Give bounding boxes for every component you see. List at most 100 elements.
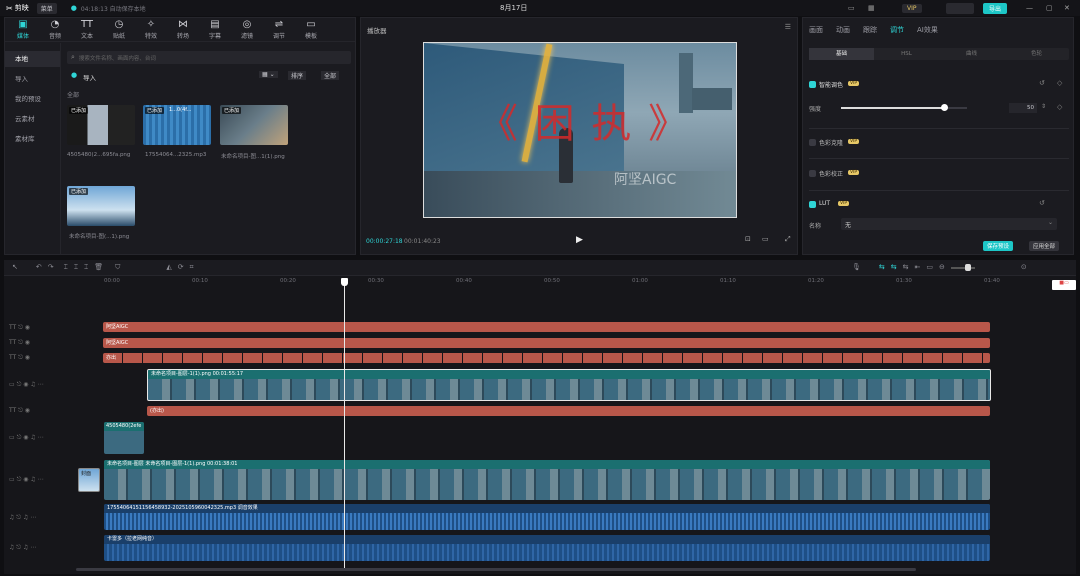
close-icon[interactable]: ✕ bbox=[1064, 4, 1070, 12]
sidebar-item-presets[interactable]: 我的预设 bbox=[5, 91, 60, 107]
zoom-slider[interactable] bbox=[950, 264, 975, 271]
clip-small[interactable]: 4505480(2efe bbox=[104, 422, 144, 454]
crop-icon[interactable]: ⌗ bbox=[190, 263, 194, 272]
undo-icon[interactable]: ↶ bbox=[36, 263, 42, 272]
lut-checkbox[interactable] bbox=[809, 201, 816, 208]
media-item-4[interactable]: 已添加 bbox=[67, 186, 135, 226]
subtab-basic[interactable]: 基础 bbox=[809, 48, 874, 60]
shield-icon[interactable]: ⛉ bbox=[115, 263, 120, 272]
select-tool-icon[interactable]: ↖ bbox=[12, 263, 18, 272]
search-input[interactable]: 搜索文件名称、画面内容、台词 bbox=[79, 54, 156, 62]
lut-reset-icon[interactable]: ↺ bbox=[1039, 199, 1045, 207]
intensity-value[interactable]: 50 bbox=[1009, 103, 1037, 113]
subtab-wheels[interactable]: 色轮 bbox=[1004, 48, 1069, 60]
delete-icon[interactable]: 🗑 bbox=[94, 263, 103, 272]
zoom-out-icon[interactable]: ⊖ bbox=[939, 263, 945, 271]
maximize-icon[interactable]: ▢ bbox=[1046, 4, 1053, 12]
save-preset-button[interactable]: 保存预设 bbox=[983, 241, 1014, 251]
cover-thumb[interactable]: 封面 bbox=[78, 468, 100, 492]
tool-audio[interactable]: ◔ 音频 bbox=[39, 19, 71, 40]
tool-text[interactable]: TT 文本 bbox=[71, 19, 103, 40]
video-canvas[interactable]: 《 困 执 》 阿坚AIGC bbox=[423, 42, 737, 218]
tool-subtitle[interactable]: ▤ 字幕 bbox=[199, 19, 231, 40]
split-left-icon[interactable]: ⌶ bbox=[74, 263, 78, 272]
tab-animation[interactable]: 动画 bbox=[836, 25, 850, 35]
tool-media[interactable]: ▣ 媒体 bbox=[7, 19, 39, 40]
split-view-icon[interactable]: ⇤ bbox=[915, 263, 921, 271]
lut-select[interactable]: 无 ⌄ bbox=[841, 218, 1057, 230]
tool-adjust[interactable]: ⇌ 调节 bbox=[263, 19, 295, 40]
grid-icon[interactable]: ▦ bbox=[868, 4, 875, 12]
player-menu-icon[interactable]: ☰ bbox=[785, 23, 791, 31]
clip-main-video[interactable]: 未命名项目-图层 未命名项目-图层-1(1).png 00:01:38:01 bbox=[104, 460, 990, 500]
snap-icon[interactable]: ⇆ bbox=[903, 263, 909, 271]
clip-text-3[interactable]: 亦出 bbox=[103, 353, 990, 363]
clip-text-1[interactable]: 阿坚AIGC bbox=[103, 322, 990, 332]
media-item-1[interactable]: 已添加 bbox=[67, 105, 135, 145]
sort-button[interactable]: 排序 bbox=[288, 71, 307, 80]
intensity-slider[interactable] bbox=[841, 104, 967, 111]
smart-color-checkbox[interactable] bbox=[809, 81, 816, 88]
clip-video-overlay[interactable]: 未命名项目-图层-1(1).png 00:01:55:17 bbox=[147, 369, 991, 401]
tab-picture[interactable]: 画面 bbox=[809, 25, 823, 35]
tool-template[interactable]: ▭ 模板 bbox=[295, 19, 327, 40]
link-sub-icon[interactable]: ⇆ bbox=[891, 263, 897, 271]
stepper-icon[interactable]: ⇕ bbox=[1041, 103, 1046, 110]
clip-audio-1[interactable]: 17554064151156458932-2025105960042325.mp… bbox=[104, 504, 990, 530]
playhead[interactable] bbox=[341, 278, 349, 568]
vip-button[interactable]: VIP bbox=[902, 3, 922, 13]
subtab-curves[interactable]: 曲线 bbox=[939, 48, 1004, 60]
tab-tracking[interactable]: 跟踪 bbox=[863, 25, 877, 35]
filter-button[interactable]: 全部 bbox=[321, 71, 340, 80]
preview-axis-icon[interactable]: ▭ bbox=[926, 263, 933, 271]
minimize-icon[interactable]: — bbox=[1026, 4, 1033, 12]
mirror-icon[interactable]: ◭ bbox=[166, 263, 171, 272]
tab-ai-effects[interactable]: AI效果 bbox=[917, 25, 938, 35]
tool-filter[interactable]: ◎ 滤镜 bbox=[231, 19, 263, 40]
tool-transition[interactable]: ⋈ 转场 bbox=[167, 19, 199, 40]
clip-audio-2[interactable]: 卡雷多（拉老网纯音） bbox=[104, 535, 990, 561]
sidebar-item-cloud[interactable]: 云素材 bbox=[5, 111, 60, 127]
timeline-scrollbar[interactable] bbox=[76, 568, 916, 571]
ratio-icon[interactable]: ▭ bbox=[762, 235, 769, 243]
redo-icon[interactable]: ↷ bbox=[48, 263, 54, 272]
link-main-icon[interactable]: ⇆ bbox=[879, 263, 885, 271]
media-item-3[interactable]: 已添加 bbox=[220, 105, 288, 145]
clip-text-2[interactable]: 阿坚AIGC bbox=[103, 338, 990, 348]
mic-icon[interactable]: 🎙 bbox=[852, 263, 861, 271]
layout-icon[interactable]: ▭ bbox=[848, 4, 855, 12]
sidebar-item-local[interactable]: 本地 bbox=[5, 51, 60, 67]
menu-button[interactable]: 菜单 bbox=[36, 2, 57, 14]
float-badge[interactable]: ■▭ bbox=[1052, 280, 1076, 290]
rotate-icon[interactable]: ⟳ bbox=[178, 263, 184, 272]
playhead-handle[interactable] bbox=[341, 278, 349, 286]
play-icon[interactable]: ▶ bbox=[576, 235, 583, 245]
subtab-hsl[interactable]: HSL bbox=[874, 48, 939, 60]
tab-adjust[interactable]: 调节 bbox=[890, 25, 904, 35]
apply-all-button[interactable]: 应用全部 bbox=[1029, 241, 1060, 251]
media-item-2[interactable]: 已添加 1...0(4f... bbox=[143, 105, 211, 145]
view-toggle-icon[interactable]: ▦ ⌄ bbox=[259, 71, 278, 78]
sidebar-item-import[interactable]: 导入 bbox=[5, 71, 60, 87]
keyframe-icon[interactable]: ◇ bbox=[1057, 79, 1062, 87]
fullscreen-icon[interactable]: ⤢ bbox=[785, 235, 791, 244]
keyframe-icon-2[interactable]: ◇ bbox=[1057, 103, 1062, 111]
zoom-knob[interactable] bbox=[964, 264, 971, 271]
color-clone-checkbox[interactable] bbox=[809, 139, 816, 146]
sidebar-item-library[interactable]: 素材库 bbox=[5, 131, 60, 147]
tool-sticker[interactable]: ◷ 贴纸 bbox=[103, 19, 135, 40]
timeline-ruler[interactable]: 00:00 00:10 00:20 00:30 00:40 00:50 01:00 01:10… bbox=[104, 278, 1000, 288]
reset-icon[interactable]: ↺ bbox=[1039, 79, 1045, 87]
split-right-icon[interactable]: ⌶ bbox=[84, 263, 88, 272]
share-button[interactable] bbox=[946, 2, 974, 14]
intensity-knob[interactable] bbox=[941, 104, 949, 111]
split-icon[interactable]: ⌶ bbox=[64, 263, 68, 272]
export-button[interactable]: 导出 bbox=[983, 2, 1008, 14]
fit-icon[interactable]: ⊙ bbox=[1021, 263, 1027, 271]
search-box[interactable]: ⌕ 搜索文件名称、画面内容、台词 bbox=[67, 51, 351, 64]
tool-effects[interactable]: ✧ 特效 bbox=[135, 19, 167, 40]
import-button[interactable]: 导入 bbox=[83, 72, 96, 82]
color-correct-checkbox[interactable] bbox=[809, 170, 816, 177]
clip-text-4[interactable]: (亦出) bbox=[147, 406, 990, 416]
fullscreen-crop-icon[interactable]: ⊡ bbox=[745, 235, 751, 243]
